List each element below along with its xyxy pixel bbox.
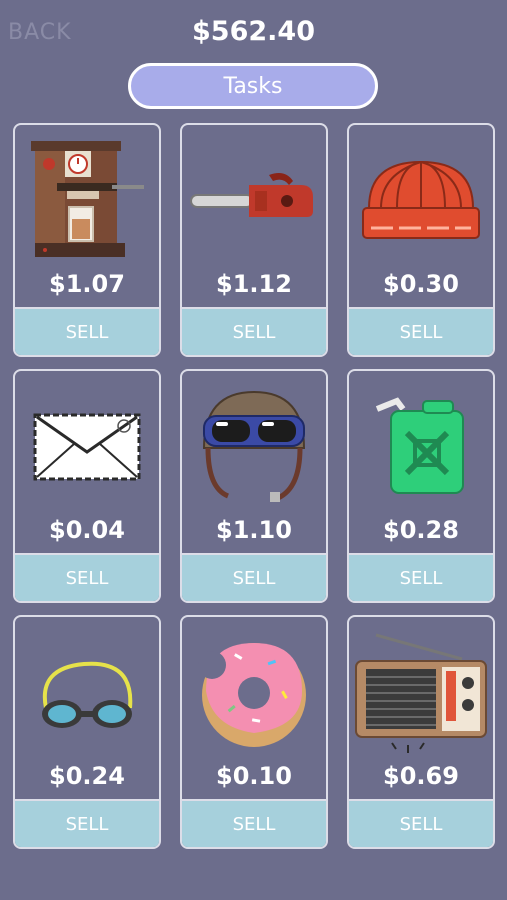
aviator-helmet-icon <box>182 381 326 513</box>
sell-button[interactable]: SELL <box>349 307 493 355</box>
swim-goggles-icon <box>15 627 159 759</box>
item-card-chainsaw: $1.12 SELL <box>180 123 328 357</box>
item-price: $0.28 <box>383 516 459 544</box>
item-price: $0.24 <box>49 762 125 790</box>
item-price: $0.10 <box>216 762 292 790</box>
tasks-button[interactable]: Tasks <box>128 63 378 109</box>
item-price: $0.30 <box>383 270 459 298</box>
item-price: $0.69 <box>383 762 459 790</box>
sell-button[interactable]: SELL <box>15 307 159 355</box>
chainsaw-icon <box>182 135 326 267</box>
item-price: $1.12 <box>216 270 292 298</box>
donut-icon <box>182 627 326 759</box>
sell-button[interactable]: SELL <box>15 799 159 847</box>
coffee-machine-icon <box>15 135 159 267</box>
sell-button[interactable]: SELL <box>15 553 159 601</box>
sell-button[interactable]: SELL <box>182 553 326 601</box>
balance-display: $562.40 <box>192 16 315 47</box>
jerrycan-icon <box>349 381 493 513</box>
beanie-icon <box>349 135 493 267</box>
sell-button[interactable]: SELL <box>349 799 493 847</box>
envelope-icon <box>15 381 159 513</box>
sell-button[interactable]: SELL <box>349 553 493 601</box>
item-card-aviator-helmet: $1.10 SELL <box>180 369 328 603</box>
item-card-swim-goggles: $0.24 SELL <box>13 615 161 849</box>
item-price: $1.10 <box>216 516 292 544</box>
radio-icon <box>349 627 493 759</box>
item-card-jerrycan: $0.28 SELL <box>347 369 495 603</box>
sell-button[interactable]: SELL <box>182 799 326 847</box>
item-card-radio: $0.69 SELL <box>347 615 495 849</box>
item-grid: $1.07 SELL $1.12 SELL $0.30 SELL $0.04 S… <box>13 123 495 849</box>
item-card-beanie: $0.30 SELL <box>347 123 495 357</box>
item-price: $1.07 <box>49 270 125 298</box>
tasks-label: Tasks <box>223 73 283 99</box>
item-card-envelope: $0.04 SELL <box>13 369 161 603</box>
sell-button[interactable]: SELL <box>182 307 326 355</box>
item-card-coffee-machine: $1.07 SELL <box>13 123 161 357</box>
item-card-donut: $0.10 SELL <box>180 615 328 849</box>
item-price: $0.04 <box>49 516 125 544</box>
